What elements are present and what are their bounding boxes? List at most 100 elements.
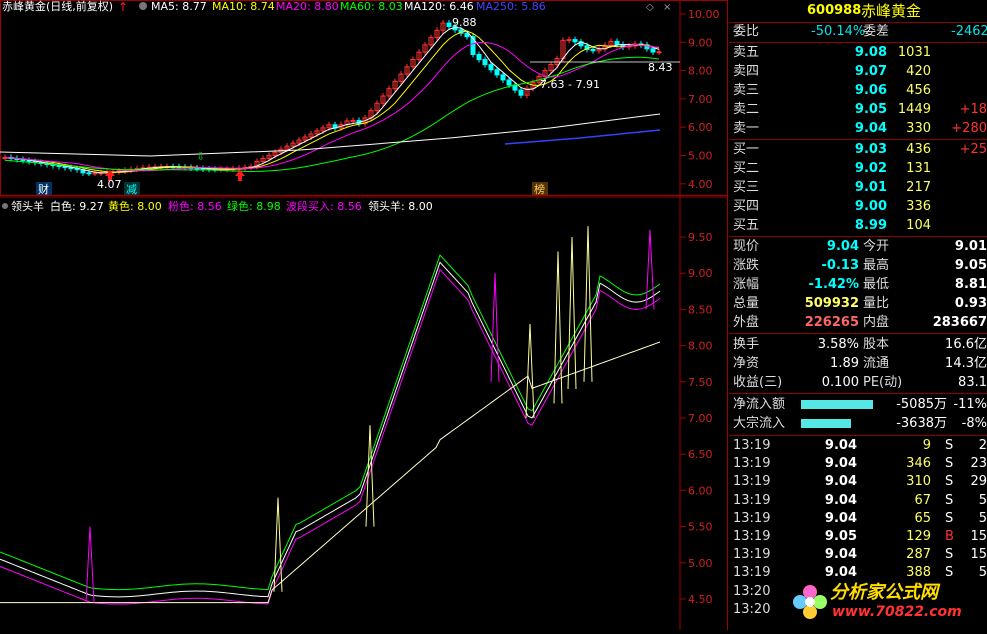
- stat-value: 226265: [804, 315, 859, 330]
- stat-label: 内盘: [863, 315, 890, 330]
- tick-price: 9.04: [824, 510, 857, 526]
- sell-level-label: 卖四: [733, 64, 760, 79]
- pink-line: [0, 268, 661, 605]
- watermark-logo: 分析家公式网 www.70822.com: [788, 574, 987, 630]
- buy-row[interactable]: 买五 8.99 104: [729, 217, 987, 235]
- up-arrow-icon: ↑: [118, 0, 128, 14]
- buy-volume: 131: [906, 161, 931, 176]
- stat-row[interactable]: 涨跌 -0.13 最高 9.05: [729, 257, 987, 275]
- upper-axis-label: 9.00: [688, 36, 713, 49]
- flow-pct: -11%: [953, 397, 987, 412]
- flow-value: -3638万: [896, 416, 947, 431]
- close-icon[interactable]: ×: [663, 2, 671, 13]
- fin-value: 16.6亿: [945, 337, 987, 352]
- tick-price: 9.04: [824, 474, 857, 490]
- sell-price: 9.05: [854, 102, 887, 117]
- stat-label: 现价: [733, 239, 760, 254]
- ma250-label: MA250: 5.86: [476, 0, 546, 13]
- candle: [488, 64, 494, 71]
- upper-axis-label: 8.00: [688, 65, 713, 78]
- stat-row[interactable]: 涨幅 -1.42% 最低 8.81: [729, 276, 987, 294]
- lower-axis-label: 5.00: [688, 557, 713, 570]
- sell-row[interactable]: 卖三 9.06 456: [729, 82, 987, 100]
- chart-area[interactable]: 赤峰黄金(日线,前复权) ↑ MA5: 8.77 MA10: 8.74 MA20…: [0, 0, 728, 630]
- sell-row[interactable]: 卖二 9.05 1449 +18: [729, 101, 987, 119]
- tick-time: 13:19: [733, 474, 771, 490]
- tick-side: S: [945, 547, 954, 563]
- flow-row[interactable]: 大宗流入 -3638万 -8%: [729, 415, 987, 433]
- finance-row[interactable]: 净资 1.89 流通 14.3亿: [729, 355, 987, 373]
- tick-volume: 67: [914, 492, 931, 508]
- tick-volume: 65: [914, 510, 931, 526]
- tick-volume: 9: [922, 438, 931, 453]
- candle: [446, 22, 452, 27]
- tick-time: 13:19: [733, 438, 771, 453]
- chart-title: 赤峰黄金(日线,前复权): [2, 0, 113, 13]
- stat-row[interactable]: 现价 9.04 今开 9.01: [729, 238, 987, 256]
- tick-time: 13:20: [733, 601, 771, 617]
- buy-volume: 217: [906, 180, 931, 195]
- ma60-label: MA60: 8.03: [340, 0, 403, 13]
- weibi-value: -50.14%: [811, 24, 866, 39]
- lower-axis-label: 6.00: [688, 484, 713, 497]
- buy-row[interactable]: 买三 9.01 217: [729, 179, 987, 197]
- tick-row[interactable]: 13:19 9.04 9 S 2: [729, 437, 987, 455]
- ma-settings-icon[interactable]: [139, 2, 147, 10]
- sell-row[interactable]: 卖五 9.08 1031: [729, 44, 987, 62]
- lower-axis-label: 4.50: [688, 593, 713, 606]
- sell-change: +18: [959, 102, 987, 117]
- indicator-settings-icon[interactable]: [2, 203, 8, 209]
- sell-volume: 1449: [897, 102, 931, 117]
- weicha-label: 委差: [863, 24, 890, 39]
- upper-panel-frame: [0, 0, 728, 196]
- marker-jian: 减: [126, 183, 137, 196]
- chart-canvas[interactable]: 赤峰黄金(日线,前复权) ↑ MA5: 8.77 MA10: 8.74 MA20…: [0, 0, 728, 630]
- tick-time: 13:19: [733, 510, 771, 526]
- tick-row[interactable]: 13:19 9.04 310 S 29: [729, 473, 987, 491]
- watermark-line1: 分析家公式网: [830, 582, 938, 603]
- indicator-name: 领头羊: [11, 199, 44, 213]
- buy-volume: 336: [906, 199, 931, 214]
- stat-row[interactable]: 总量 509932 量比 0.93: [729, 295, 987, 313]
- sell-row[interactable]: 卖四 9.07 420: [729, 63, 987, 81]
- buy-row[interactable]: 买四 9.00 336: [729, 198, 987, 216]
- stat-row[interactable]: 外盘 226265 内盘 283667: [729, 314, 987, 332]
- fin-label: 收益(三): [733, 375, 783, 390]
- ma120-label: MA120: 6.46: [404, 0, 474, 13]
- sell-level-label: 卖一: [733, 121, 760, 136]
- buy-change: +25: [959, 142, 987, 157]
- stat-label: 最高: [863, 258, 890, 273]
- buy-price: 9.01: [854, 180, 887, 195]
- finance-row[interactable]: 换手 3.58% 股本 16.6亿: [729, 336, 987, 354]
- tick-row[interactable]: 13:19 9.04 346 S 23: [729, 455, 987, 473]
- indicator-spike: [567, 236, 577, 390]
- buy-level-label: 买三: [733, 180, 760, 195]
- upper-axis-label: 7.00: [688, 93, 713, 106]
- tick-time: 13:20: [733, 583, 771, 599]
- diamond-icon[interactable]: ◇: [646, 2, 654, 13]
- stat-value: 8.81: [954, 277, 987, 292]
- sell-change: +280: [951, 121, 987, 136]
- candle: [518, 89, 524, 96]
- tick-time: 13:19: [733, 547, 771, 563]
- weibi-row: 委比 -50.14% 委差 -2462: [729, 23, 987, 41]
- buy-row[interactable]: 买二 9.02 131: [729, 160, 987, 178]
- indicator-legend: 白色: 9.27 黄色: 8.00 粉色: 8.56 绿色: 8.98 波段买入…: [50, 199, 433, 213]
- buy-row[interactable]: 买一 9.03 436 +25: [729, 141, 987, 159]
- tick-row[interactable]: 13:19 9.04 65 S 5: [729, 510, 987, 528]
- stock-header[interactable]: 600988 赤峰黄金: [729, 0, 987, 22]
- candle: [590, 48, 596, 52]
- right-annotation: 8.43: [648, 61, 673, 74]
- indicator-green: 绿色: 8.98: [227, 199, 281, 213]
- finance-row[interactable]: 收益(三) 0.100 PE(动) 83.1: [729, 374, 987, 392]
- sell-price: 9.04: [854, 121, 887, 136]
- tick-row[interactable]: 13:19 9.05 129 B 15: [729, 528, 987, 546]
- tick-row[interactable]: 13:19 9.04 67 S 5: [729, 492, 987, 510]
- tick-volume: 287: [906, 547, 931, 563]
- upper-axis-label: 4.00: [688, 178, 713, 191]
- sell-row[interactable]: 卖一 9.04 330 +280: [729, 120, 987, 138]
- tick-row[interactable]: 13:19 9.04 287 S 15: [729, 546, 987, 564]
- indicator-spike: [525, 323, 535, 419]
- lower-axis-label: 9.50: [688, 231, 713, 244]
- ma5-label: MA5: 8.77: [151, 0, 207, 13]
